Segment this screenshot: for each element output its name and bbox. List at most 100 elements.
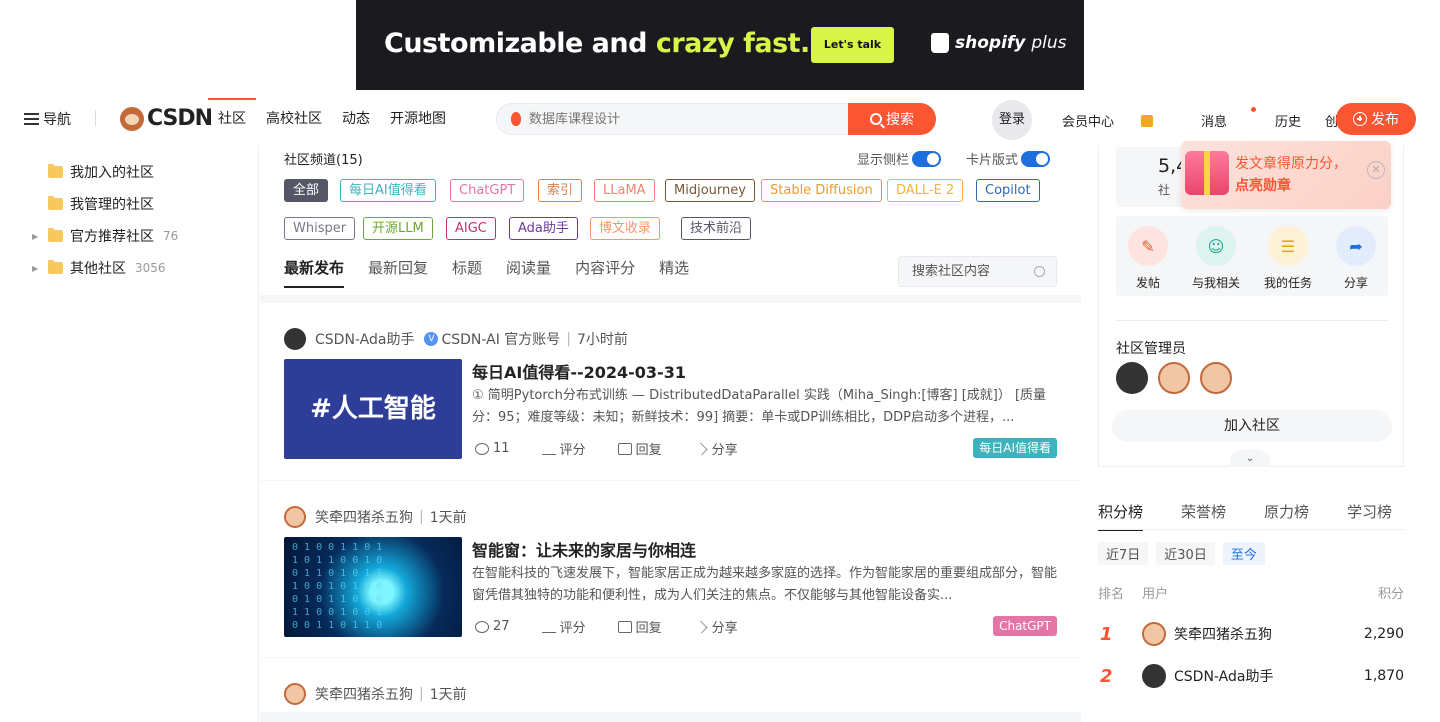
post-title[interactable]: 智能窗：让未来的家居与你相连 <box>472 537 696 561</box>
channel-tag[interactable]: 索引 <box>538 179 583 202</box>
channel-tag[interactable]: Midjourney <box>665 179 755 202</box>
nav-menu-button[interactable]: 导航 <box>24 109 71 129</box>
channel-tag[interactable]: Stable Diffusion <box>761 179 882 202</box>
rate-button[interactable]: 评分 <box>541 617 586 636</box>
post-thumbnail[interactable]: #人工智能 <box>284 359 462 459</box>
sidebar-item-joined[interactable]: 我加入的社区 <box>32 162 154 182</box>
avatar[interactable] <box>1116 362 1148 394</box>
channel-tag[interactable]: DALL-E 2 <box>887 179 964 202</box>
period-all[interactable]: 至今 <box>1222 542 1265 565</box>
caret-right-icon[interactable]: ▶ <box>32 264 42 273</box>
channel-tag[interactable]: 全部 <box>284 179 329 202</box>
nav-campus[interactable]: 高校社区 <box>256 98 332 142</box>
rank-row[interactable]: 2 CSDN-Ada助手 1,870 <box>1098 662 1404 690</box>
community-info-box: 5,4 社 发文章得原力分， 点亮勋章 ✕ ✎ 发帖 ☺ 与我相关 ☰ 我的任务 ➦ 分… <box>1098 141 1404 467</box>
channel-tag[interactable]: 博文收录 <box>590 217 661 240</box>
channel-tag[interactable]: ChatGPT <box>450 179 525 202</box>
post-author[interactable]: 笑牵四猪杀五狗 | 1天前 <box>284 506 467 528</box>
history-link[interactable]: 历史 <box>1275 111 1301 130</box>
channel-panel: 社区频道(15) 显示侧栏 卡片版式 全部 每日AI值得看 ChatGPT 索引 LLa… <box>260 145 1081 295</box>
channel-tag[interactable]: LLaMA <box>594 179 655 202</box>
channel-tag[interactable]: 每日AI值得看 <box>340 179 436 202</box>
csdn-logo[interactable]: CSDN <box>120 106 213 131</box>
avatar[interactable] <box>284 328 306 350</box>
sidebar-item-managed[interactable]: 我管理的社区 <box>32 194 154 214</box>
nav-community[interactable]: 社区 <box>208 98 256 142</box>
tab-latest-reply[interactable]: 最新回复 <box>368 257 428 288</box>
post-card[interactable]: 笑牵四猪杀五狗 | 1天前 <box>260 658 1081 712</box>
folder-icon <box>48 196 63 210</box>
promo-popup[interactable]: 发文章得原力分， 点亮勋章 ✕ <box>1181 141 1391 209</box>
search-button[interactable]: 搜索 <box>848 103 936 135</box>
avatar[interactable] <box>284 506 306 528</box>
action-related[interactable]: ☺ 与我相关 <box>1192 226 1240 296</box>
nav-opensource-map[interactable]: 开源地图 <box>380 98 456 142</box>
post-channel-tag[interactable]: 每日AI值得看 <box>973 438 1057 458</box>
toggle-switch[interactable] <box>1021 150 1051 167</box>
hot-fire-icon <box>511 112 521 126</box>
tab-points[interactable]: 积分榜 <box>1098 501 1144 531</box>
ad-cta-button[interactable]: Let's talk <box>811 27 894 63</box>
post-author[interactable]: CSDN-Ada助手 V CSDN-AI 官方账号 | 7小时前 <box>284 328 628 350</box>
chevron-down-icon[interactable]: ⌄ <box>1230 449 1270 467</box>
tab-force[interactable]: 原力榜 <box>1264 501 1309 531</box>
avatar[interactable] <box>1158 362 1190 394</box>
channel-tag[interactable]: Copilot <box>976 179 1040 202</box>
nav-feed[interactable]: 动态 <box>332 98 380 142</box>
avatar[interactable] <box>1142 664 1166 688</box>
tab-latest[interactable]: 最新发布 <box>284 257 345 288</box>
action-share[interactable]: ➦ 分享 <box>1335 226 1376 296</box>
views-count: 27 <box>475 617 510 636</box>
rank-row[interactable]: 1 笑牵四猪杀五狗 2,290 <box>1098 620 1404 648</box>
channel-tag[interactable]: AIGC <box>446 217 496 240</box>
toggle-switch[interactable] <box>912 150 942 167</box>
hamburger-icon <box>24 113 39 125</box>
period-7d[interactable]: 近7日 <box>1098 542 1149 565</box>
share-button[interactable]: 分享 <box>694 617 738 636</box>
post-card[interactable]: 笑牵四猪杀五狗 | 1天前 0 1 0 0 1 1 0 11 0 1 1 0 0 1… <box>260 481 1081 657</box>
channel-tag[interactable]: Ada助手 <box>509 217 578 240</box>
channel-tag[interactable]: 开源LLM <box>363 217 433 240</box>
tab-learning[interactable]: 学习榜 <box>1347 501 1392 531</box>
avatar[interactable] <box>1200 362 1232 394</box>
tab-featured[interactable]: 精选 <box>659 257 689 288</box>
post-author[interactable]: 笑牵四猪杀五狗 | 1天前 <box>284 683 467 705</box>
divider <box>1116 320 1388 321</box>
post-card[interactable]: CSDN-Ada助手 V CSDN-AI 官方账号 | 7小时前 #人工智能 每日AI值… <box>260 303 1081 480</box>
tab-rating[interactable]: 内容评分 <box>575 257 635 288</box>
messages-link[interactable]: 消息 <box>1201 106 1257 130</box>
folder-icon <box>48 260 63 274</box>
publish-button[interactable]: 发布 <box>1336 103 1416 135</box>
post-channel-tag[interactable]: ChatGPT <box>993 616 1057 636</box>
close-icon[interactable]: ✕ <box>1367 161 1385 179</box>
avatar[interactable] <box>1142 622 1166 646</box>
action-post[interactable]: ✎ 发帖 <box>1127 226 1168 296</box>
tab-title[interactable]: 标题 <box>452 257 482 288</box>
post-title[interactable]: 每日AI值得看--2024-03-31 <box>472 359 686 383</box>
rate-icon <box>541 443 556 455</box>
show-sidebar-toggle[interactable]: 显示侧栏 <box>857 149 942 168</box>
channel-tag[interactable]: Whisper <box>284 217 356 240</box>
tab-honor[interactable]: 荣誉榜 <box>1181 501 1226 531</box>
global-search: 搜索 <box>496 103 936 135</box>
avatar[interactable] <box>284 683 306 705</box>
sidebar-item-other[interactable]: ▶ 其他社区 3056 <box>32 258 166 278</box>
channel-tag[interactable]: 技术前沿 <box>681 217 752 240</box>
period-30d[interactable]: 近30日 <box>1156 542 1215 565</box>
ad-banner[interactable]: Customizable and crazy fast. Let's talk … <box>356 0 1084 90</box>
card-layout-toggle[interactable]: 卡片版式 <box>966 149 1051 168</box>
caret-right-icon[interactable]: ▶ <box>32 232 42 241</box>
search-input[interactable] <box>529 104 839 134</box>
reply-button[interactable]: 回复 <box>617 617 662 636</box>
join-community-button[interactable]: 加入社区 <box>1112 410 1392 442</box>
action-tasks[interactable]: ☰ 我的任务 <box>1264 226 1312 296</box>
sidebar-item-official[interactable]: ▶ 官方推荐社区 76 <box>32 226 178 246</box>
login-button[interactable]: 登录 <box>992 100 1032 140</box>
community-search-input[interactable]: 搜索社区内容 <box>898 256 1057 287</box>
rate-button[interactable]: 评分 <box>541 439 586 458</box>
reply-button[interactable]: 回复 <box>617 439 662 458</box>
share-button[interactable]: 分享 <box>694 439 738 458</box>
tab-views[interactable]: 阅读量 <box>506 257 551 288</box>
post-thumbnail[interactable]: 0 1 0 0 1 1 0 11 0 1 1 0 0 1 00 1 1 0 1 … <box>284 537 462 637</box>
member-center-link[interactable]: 会员中心 <box>1062 111 1177 130</box>
